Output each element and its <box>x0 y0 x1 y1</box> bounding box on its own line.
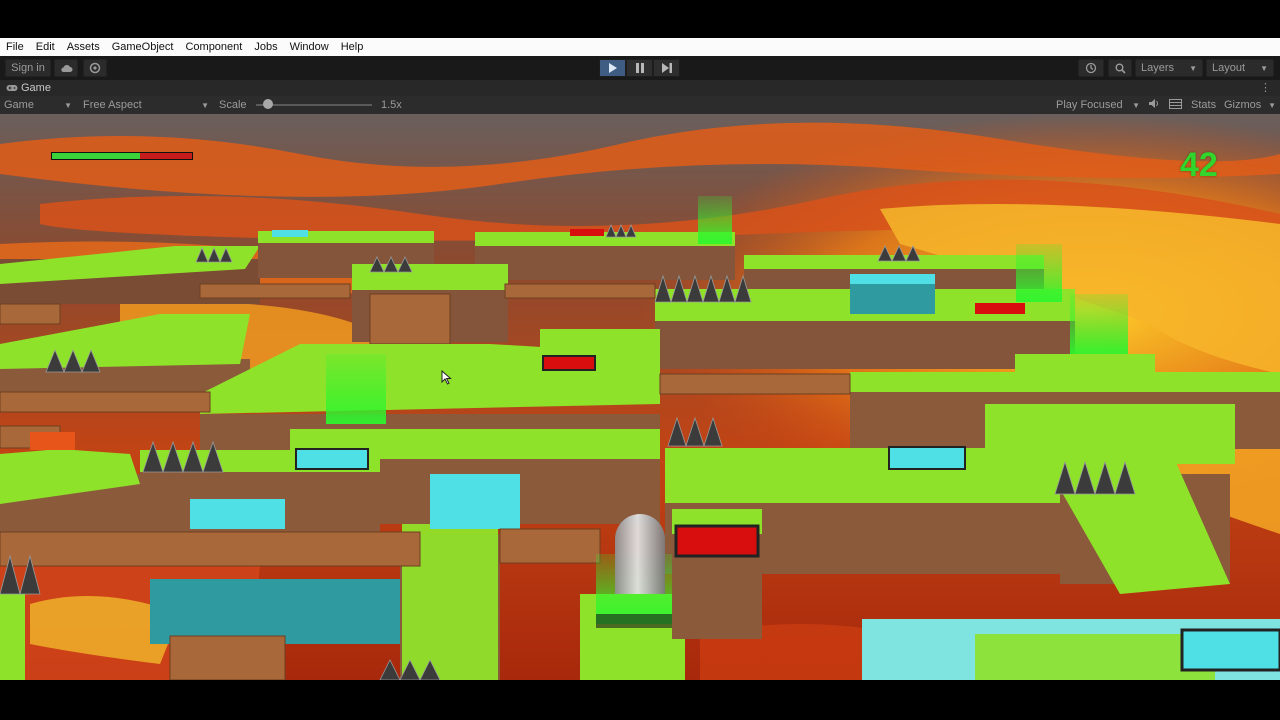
scale-slider-handle[interactable] <box>263 99 273 109</box>
step-button[interactable] <box>653 59 680 77</box>
menu-component[interactable]: Component <box>179 41 248 53</box>
chevron-down-icon: ▼ <box>201 100 209 110</box>
search-button[interactable] <box>1108 59 1132 77</box>
search-icon <box>1115 63 1126 74</box>
collab-button[interactable] <box>83 59 107 77</box>
game-view-toolbar: Game ▼ Free Aspect ▼ Scale 1.5x Play Foc… <box>0 96 1280 115</box>
tab-options-icon[interactable]: ⋮ <box>1260 81 1271 94</box>
grid-icon[interactable] <box>1169 99 1182 112</box>
stats-toggle[interactable]: Stats <box>1191 99 1216 111</box>
menu-file[interactable]: File <box>0 41 30 53</box>
pause-button[interactable] <box>626 59 653 77</box>
play-button[interactable] <box>599 59 626 77</box>
play-mode-dropdown[interactable]: Play Focused ▼ <box>1052 97 1144 113</box>
aspect-label: Free Aspect <box>83 99 142 111</box>
audio-mute-icon[interactable] <box>1148 98 1160 112</box>
pause-icon <box>635 63 644 73</box>
letterbox-bottom <box>0 680 1280 720</box>
gamepad-icon <box>6 85 18 91</box>
play-icon <box>608 63 617 73</box>
cloud-button[interactable] <box>54 59 78 77</box>
chevron-down-icon: ▼ <box>64 100 72 110</box>
sign-in-label: Sign in <box>11 62 45 74</box>
layers-dropdown[interactable]: Layers ▼ <box>1135 59 1203 77</box>
menu-assets[interactable]: Assets <box>61 41 106 53</box>
scale-slider-track[interactable] <box>256 104 372 106</box>
menu-jobs[interactable]: Jobs <box>248 41 283 53</box>
menu-window[interactable]: Window <box>284 41 335 53</box>
score-counter: 42 <box>1180 146 1218 184</box>
display-label: Game <box>4 99 34 111</box>
game-tab-bar: Game ⋮ <box>0 80 1280 96</box>
aspect-dropdown[interactable]: Free Aspect ▼ <box>79 97 213 113</box>
sign-in-button[interactable]: Sign in <box>5 59 51 77</box>
menu-edit[interactable]: Edit <box>30 41 61 53</box>
main-toolbar: Sign in Layers ▼ Layout ▼ <box>0 56 1280 81</box>
mouse-cursor-icon <box>441 370 452 385</box>
letterbox-top <box>0 0 1280 38</box>
health-bar <box>51 152 193 160</box>
health-bar-fill <box>52 153 141 159</box>
play-controls <box>599 59 680 77</box>
tab-game-label: Game <box>21 82 51 94</box>
chevron-down-icon: ▼ <box>1132 100 1140 110</box>
player-capsule <box>615 514 665 594</box>
chevron-down-icon: ▼ <box>1189 63 1197 73</box>
step-icon <box>661 63 672 73</box>
scale-value: 1.5x <box>381 99 402 111</box>
menu-gameobject[interactable]: GameObject <box>106 41 180 53</box>
chevron-down-icon: ▼ <box>1268 100 1276 110</box>
game-view[interactable]: 42 <box>0 114 1280 680</box>
collab-icon <box>89 62 101 74</box>
layout-label: Layout <box>1212 62 1246 74</box>
layers-label: Layers <box>1141 62 1175 74</box>
tab-game[interactable]: Game <box>0 80 57 96</box>
history-button[interactable] <box>1078 59 1104 77</box>
menu-bar: File Edit Assets GameObject Component Jo… <box>0 38 1280 56</box>
scale-label: Scale <box>219 99 247 111</box>
gizmos-label: Gizmos <box>1224 99 1262 111</box>
menu-help[interactable]: Help <box>335 41 370 53</box>
display-dropdown[interactable]: Game ▼ <box>0 97 76 113</box>
gizmos-dropdown[interactable]: Gizmos ▼ <box>1220 97 1280 113</box>
history-icon <box>1085 62 1097 74</box>
cloud-icon <box>60 64 72 72</box>
chevron-down-icon: ▼ <box>1260 63 1268 73</box>
play-mode-label: Play Focused <box>1056 99 1123 111</box>
layout-dropdown[interactable]: Layout ▼ <box>1206 59 1274 77</box>
game-scene[interactable] <box>0 114 1280 680</box>
